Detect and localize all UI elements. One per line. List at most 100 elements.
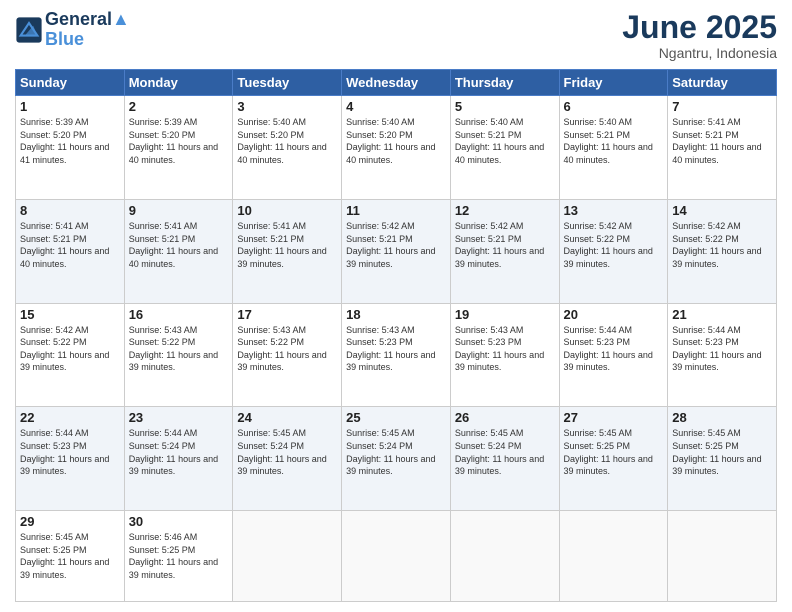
day-info: Sunrise: 5:42 AMSunset: 5:21 PMDaylight:… <box>455 220 555 270</box>
day-number: 5 <box>455 99 555 114</box>
logo: General▲ Blue <box>15 10 130 50</box>
calendar-day-cell: 27Sunrise: 5:45 AMSunset: 5:25 PMDayligh… <box>559 407 668 511</box>
day-header-sunday: Sunday <box>16 70 125 96</box>
calendar-day-cell <box>668 511 777 602</box>
calendar-day-cell <box>450 511 559 602</box>
page: General▲ Blue June 2025 Ngantru, Indones… <box>0 0 792 612</box>
location: Ngantru, Indonesia <box>622 45 777 61</box>
day-number: 24 <box>237 410 337 425</box>
calendar-week-row: 29Sunrise: 5:45 AMSunset: 5:25 PMDayligh… <box>16 511 777 602</box>
calendar-day-cell <box>233 511 342 602</box>
day-number: 11 <box>346 203 446 218</box>
day-header-wednesday: Wednesday <box>342 70 451 96</box>
calendar-day-cell: 9 Sunrise: 5:41 AMSunset: 5:21 PMDaylight… <box>124 199 233 303</box>
day-info: Sunrise: 5:40 AMSunset: 5:20 PMDaylight:… <box>346 116 446 166</box>
day-number: 12 <box>455 203 555 218</box>
calendar-day-cell: 23 Sunrise: 5:44 AMSunset: 5:24 PMDayligh… <box>124 407 233 511</box>
calendar-week-row: 1 Sunrise: 5:39 AMSunset: 5:20 PMDaylight… <box>16 96 777 200</box>
calendar-day-cell: 3 Sunrise: 5:40 AMSunset: 5:20 PMDaylight… <box>233 96 342 200</box>
calendar-week-row: 8 Sunrise: 5:41 AMSunset: 5:21 PMDaylight… <box>16 199 777 303</box>
day-info: Sunrise: 5:45 AMSunset: 5:24 PMDaylight:… <box>455 427 555 477</box>
day-info: Sunrise: 5:44 AMSunset: 5:23 PMDaylight:… <box>564 324 664 374</box>
calendar-day-cell: 8 Sunrise: 5:41 AMSunset: 5:21 PMDaylight… <box>16 199 125 303</box>
day-number: 23 <box>129 410 229 425</box>
calendar-day-cell: 10Sunrise: 5:41 AMSunset: 5:21 PMDayligh… <box>233 199 342 303</box>
day-number: 18 <box>346 307 446 322</box>
day-header-tuesday: Tuesday <box>233 70 342 96</box>
day-info: Sunrise: 5:44 AMSunset: 5:23 PMDaylight:… <box>672 324 772 374</box>
calendar-day-cell: 7 Sunrise: 5:41 AMSunset: 5:21 PMDaylight… <box>668 96 777 200</box>
day-number: 9 <box>129 203 229 218</box>
calendar-day-cell: 5Sunrise: 5:40 AMSunset: 5:21 PMDaylight… <box>450 96 559 200</box>
calendar-day-cell: 1Sunrise: 5:39 AMSunset: 5:20 PMDaylight… <box>16 96 125 200</box>
day-number: 4 <box>346 99 446 114</box>
calendar-day-cell: 25 Sunrise: 5:45 AMSunset: 5:24 PMDayligh… <box>342 407 451 511</box>
day-number: 15 <box>20 307 120 322</box>
calendar-day-cell: 29Sunrise: 5:45 AMSunset: 5:25 PMDayligh… <box>16 511 125 602</box>
day-info: Sunrise: 5:40 AMSunset: 5:20 PMDaylight:… <box>237 116 337 166</box>
day-info: Sunrise: 5:45 AMSunset: 5:24 PMDaylight:… <box>346 427 446 477</box>
calendar-day-cell: 17 Sunrise: 5:43 AMSunset: 5:22 PMDayligh… <box>233 303 342 407</box>
day-info: Sunrise: 5:42 AMSunset: 5:22 PMDaylight:… <box>20 324 120 374</box>
day-number: 6 <box>564 99 664 114</box>
day-number: 13 <box>564 203 664 218</box>
day-info: Sunrise: 5:45 AMSunset: 5:25 PMDaylight:… <box>672 427 772 477</box>
day-number: 19 <box>455 307 555 322</box>
title-section: June 2025 Ngantru, Indonesia <box>622 10 777 61</box>
day-number: 10 <box>237 203 337 218</box>
calendar-day-cell: 11 Sunrise: 5:42 AMSunset: 5:21 PMDayligh… <box>342 199 451 303</box>
day-info: Sunrise: 5:42 AMSunset: 5:22 PMDaylight:… <box>564 220 664 270</box>
day-number: 7 <box>672 99 772 114</box>
day-info: Sunrise: 5:43 AMSunset: 5:23 PMDaylight:… <box>346 324 446 374</box>
day-info: Sunrise: 5:43 AMSunset: 5:22 PMDaylight:… <box>237 324 337 374</box>
day-info: Sunrise: 5:39 AMSunset: 5:20 PMDaylight:… <box>129 116 229 166</box>
day-info: Sunrise: 5:41 AMSunset: 5:21 PMDaylight:… <box>672 116 772 166</box>
day-info: Sunrise: 5:43 AMSunset: 5:22 PMDaylight:… <box>129 324 229 374</box>
day-info: Sunrise: 5:44 AMSunset: 5:24 PMDaylight:… <box>129 427 229 477</box>
calendar-day-cell <box>342 511 451 602</box>
calendar-day-cell: 21 Sunrise: 5:44 AMSunset: 5:23 PMDayligh… <box>668 303 777 407</box>
day-info: Sunrise: 5:41 AMSunset: 5:21 PMDaylight:… <box>129 220 229 270</box>
day-header-saturday: Saturday <box>668 70 777 96</box>
logo-text: General▲ Blue <box>45 10 130 50</box>
calendar-week-row: 22 Sunrise: 5:44 AMSunset: 5:23 PMDayligh… <box>16 407 777 511</box>
month-title: June 2025 <box>622 10 777 45</box>
calendar-day-cell: 18 Sunrise: 5:43 AMSunset: 5:23 PMDayligh… <box>342 303 451 407</box>
calendar-day-cell: 30Sunrise: 5:46 AMSunset: 5:25 PMDayligh… <box>124 511 233 602</box>
header: General▲ Blue June 2025 Ngantru, Indones… <box>15 10 777 61</box>
calendar-day-cell: 12 Sunrise: 5:42 AMSunset: 5:21 PMDayligh… <box>450 199 559 303</box>
day-info: Sunrise: 5:45 AMSunset: 5:25 PMDaylight:… <box>564 427 664 477</box>
logo-icon <box>15 16 43 44</box>
calendar-day-cell: 4 Sunrise: 5:40 AMSunset: 5:20 PMDaylight… <box>342 96 451 200</box>
calendar-day-cell: 20Sunrise: 5:44 AMSunset: 5:23 PMDayligh… <box>559 303 668 407</box>
day-number: 22 <box>20 410 120 425</box>
day-number: 1 <box>20 99 120 114</box>
calendar-day-cell: 14Sunrise: 5:42 AMSunset: 5:22 PMDayligh… <box>668 199 777 303</box>
calendar-table: SundayMondayTuesdayWednesdayThursdayFrid… <box>15 69 777 602</box>
calendar-day-cell: 6 Sunrise: 5:40 AMSunset: 5:21 PMDaylight… <box>559 96 668 200</box>
calendar-day-cell: 19 Sunrise: 5:43 AMSunset: 5:23 PMDayligh… <box>450 303 559 407</box>
day-number: 30 <box>129 514 229 529</box>
day-info: Sunrise: 5:42 AMSunset: 5:21 PMDaylight:… <box>346 220 446 270</box>
calendar-day-cell: 24Sunrise: 5:45 AMSunset: 5:24 PMDayligh… <box>233 407 342 511</box>
calendar-day-cell: 26Sunrise: 5:45 AMSunset: 5:24 PMDayligh… <box>450 407 559 511</box>
calendar-day-cell <box>559 511 668 602</box>
calendar-body: 1 Sunrise: 5:39 AMSunset: 5:20 PMDaylight… <box>16 96 777 602</box>
day-number: 8 <box>20 203 120 218</box>
day-number: 16 <box>129 307 229 322</box>
day-number: 25 <box>346 410 446 425</box>
calendar-day-cell: 13 Sunrise: 5:42 AMSunset: 5:22 PMDayligh… <box>559 199 668 303</box>
day-info: Sunrise: 5:40 AMSunset: 5:21 PMDaylight:… <box>564 116 664 166</box>
day-number: 28 <box>672 410 772 425</box>
day-info: Sunrise: 5:43 AMSunset: 5:23 PMDaylight:… <box>455 324 555 374</box>
day-number: 3 <box>237 99 337 114</box>
day-header-monday: Monday <box>124 70 233 96</box>
calendar-week-row: 15 Sunrise: 5:42 AMSunset: 5:22 PMDayligh… <box>16 303 777 407</box>
calendar-header-row: SundayMondayTuesdayWednesdayThursdayFrid… <box>16 70 777 96</box>
day-header-thursday: Thursday <box>450 70 559 96</box>
day-info: Sunrise: 5:41 AMSunset: 5:21 PMDaylight:… <box>20 220 120 270</box>
day-info: Sunrise: 5:45 AMSunset: 5:25 PMDaylight:… <box>20 531 120 581</box>
day-number: 17 <box>237 307 337 322</box>
day-number: 21 <box>672 307 772 322</box>
day-info: Sunrise: 5:44 AMSunset: 5:23 PMDaylight:… <box>20 427 120 477</box>
